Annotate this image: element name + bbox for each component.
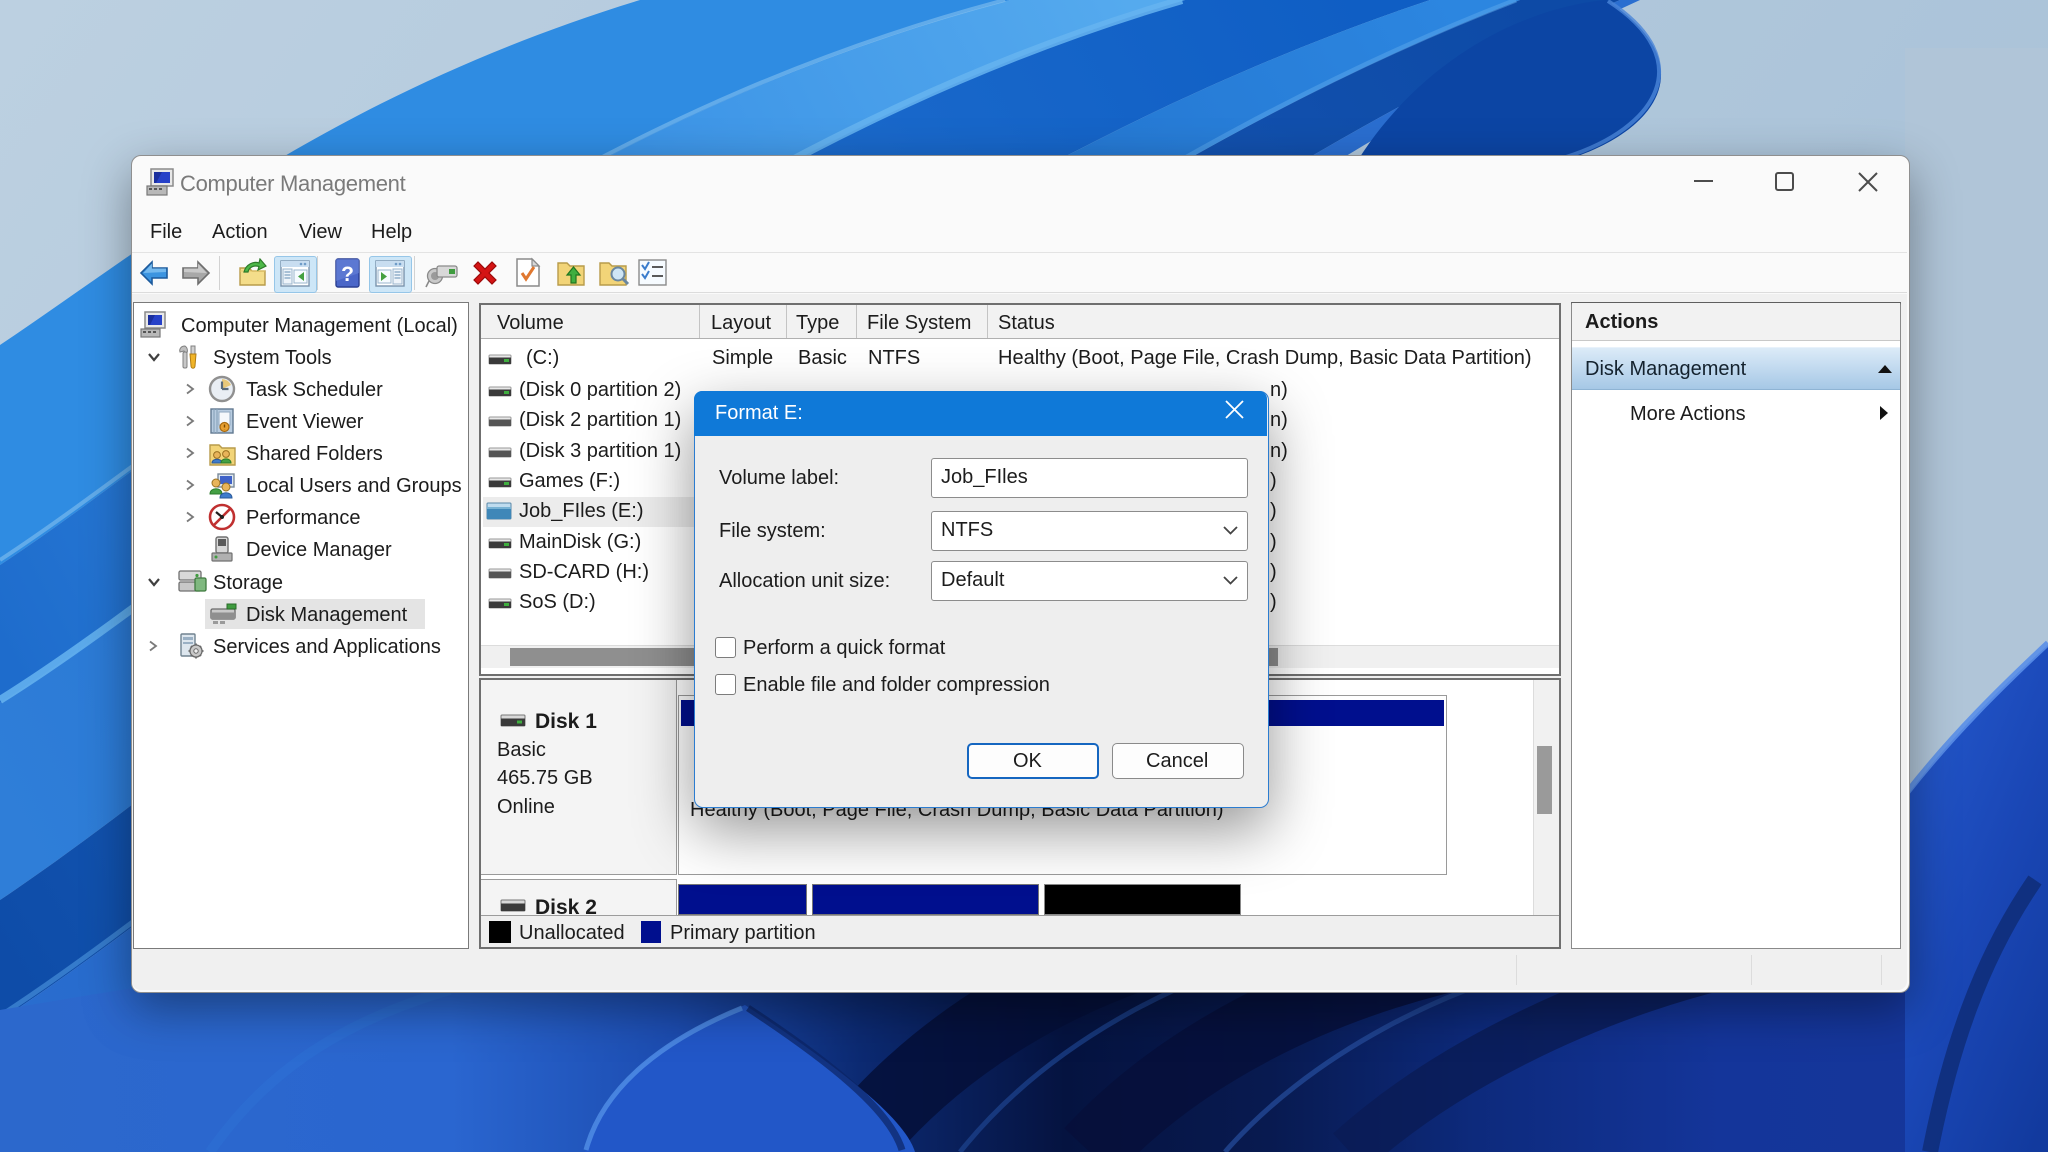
svg-text:?: ? (341, 263, 354, 286)
